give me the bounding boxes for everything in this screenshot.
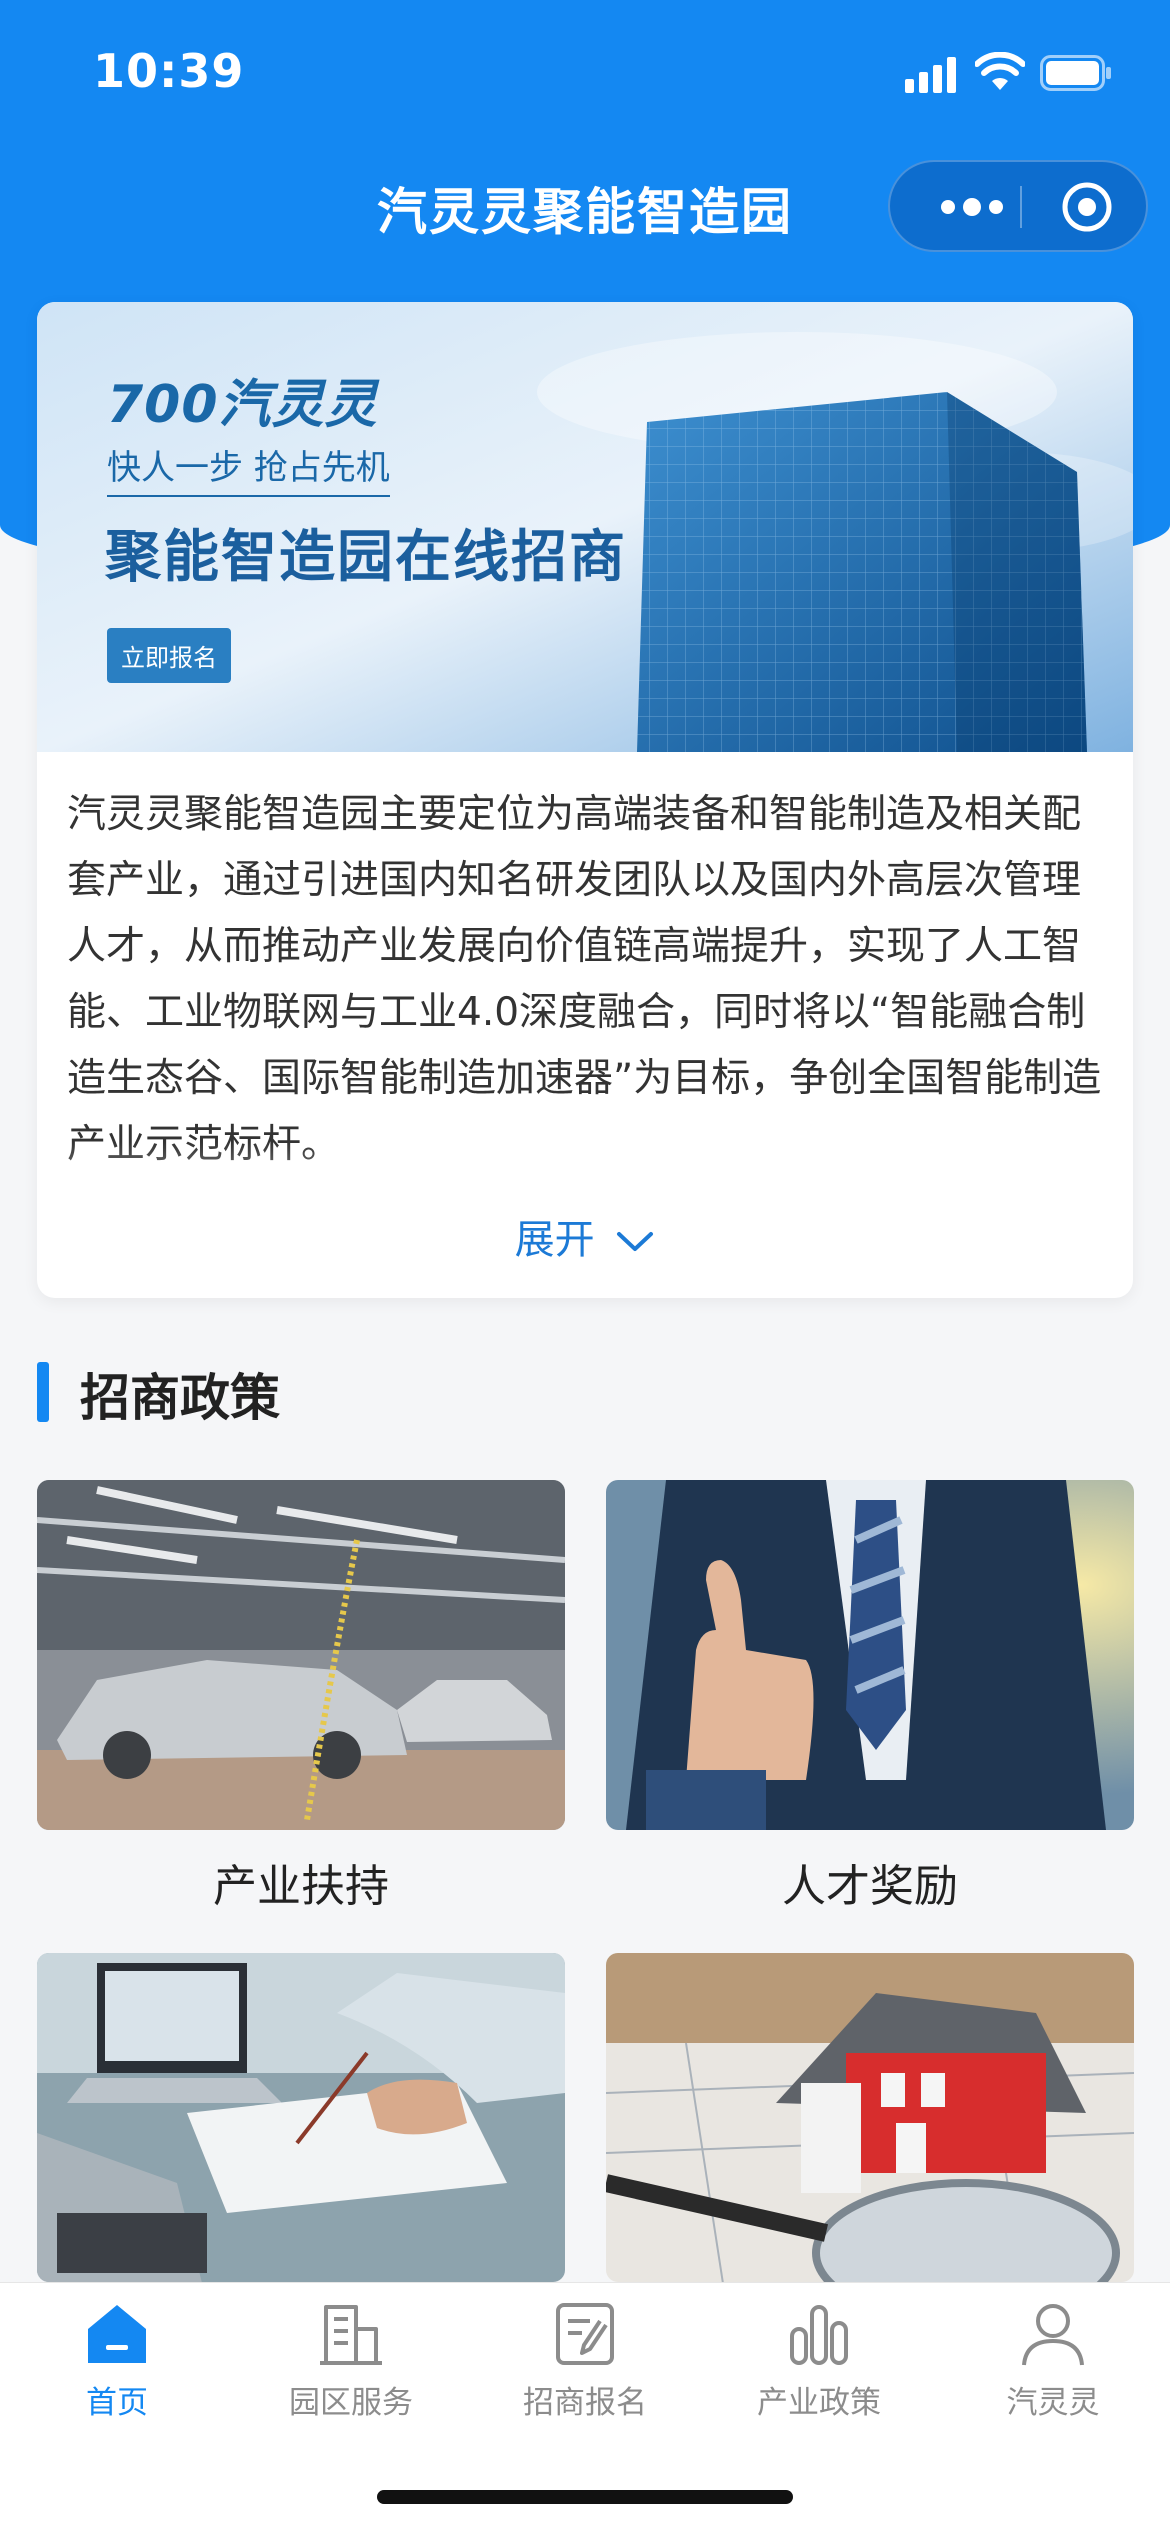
- wifi-icon: [975, 52, 1025, 90]
- policy-tile-4[interactable]: [606, 1953, 1134, 2282]
- expand-label: 展开: [514, 1217, 595, 1263]
- promo-banner[interactable]: 700汽灵灵 快人一步 抢占先机 聚能智造园在线招商 立即报名: [37, 302, 1133, 752]
- tab-park-services[interactable]: 园区服务: [234, 2299, 468, 2422]
- edit-form-icon: [556, 2303, 614, 2365]
- tab-label: 园区服务: [289, 2385, 413, 2421]
- tab-label: 汽灵灵: [1006, 2385, 1100, 2421]
- text-fade-overlay: [37, 1142, 1133, 1202]
- more-icon[interactable]: [930, 188, 1022, 226]
- tab-label: 招商报名: [523, 2385, 647, 2421]
- policy-tile-talent-reward[interactable]: 人才奖励: [606, 1480, 1134, 1912]
- capsule-divider: [1020, 186, 1022, 228]
- chevron-down-icon: [617, 1232, 654, 1251]
- thumbs-up-businessman-image: [606, 1480, 1134, 1830]
- tab-investment-registration[interactable]: 招商报名: [468, 2299, 702, 2422]
- battery-icon: [1040, 55, 1111, 91]
- intro-text: 汽灵灵聚能智造园主要定位为高端装备和智能制造及相关配套产业，通过引进国内知名研发…: [67, 792, 1102, 1167]
- expand-button[interactable]: 展开: [37, 1207, 1133, 1265]
- policy-label: 产业扶持: [213, 1861, 389, 1912]
- house-model-magnifier-image: [606, 1953, 1134, 2282]
- policy-tile-3[interactable]: [37, 1953, 565, 2282]
- page-title: 汽灵灵聚能智造园: [377, 183, 793, 241]
- policy-label: 人才奖励: [782, 1861, 958, 1912]
- factory-assembly-line-image: [37, 1480, 565, 1830]
- laptop-paperwork-image: [37, 1953, 565, 2282]
- register-now-button[interactable]: 立即报名: [107, 628, 231, 683]
- status-time: 10:39: [93, 44, 245, 98]
- user-icon: [1022, 2304, 1084, 2366]
- close-target-icon[interactable]: [1060, 180, 1114, 234]
- building-icon: [320, 2305, 382, 2365]
- tab-profile[interactable]: 汽灵灵: [936, 2299, 1170, 2422]
- status-bar: 10:39: [0, 0, 1170, 150]
- bar-chart-icon: [790, 2305, 848, 2365]
- banner-brand-logo: 700汽灵灵: [107, 375, 378, 435]
- mini-program-capsule: [888, 160, 1148, 252]
- tab-industry-policy[interactable]: 产业政策: [702, 2299, 936, 2422]
- intro-card: 700汽灵灵 快人一步 抢占先机 聚能智造园在线招商 立即报名 汽灵灵聚能智造园…: [37, 302, 1133, 1298]
- banner-headline: 聚能智造园在线招商: [105, 524, 627, 590]
- tab-home[interactable]: 首页: [0, 2299, 234, 2422]
- policy-tile-industry-support[interactable]: 产业扶持: [37, 1480, 565, 1912]
- section-accent-bar: [37, 1362, 49, 1422]
- tab-label: 首页: [86, 2385, 148, 2421]
- section-title: 招商政策: [80, 1369, 280, 1427]
- banner-slogan: 快人一步 抢占先机: [107, 440, 390, 497]
- tab-label: 产业政策: [757, 2385, 881, 2421]
- home-icon: [88, 2305, 146, 2363]
- cellular-signal-icon: [905, 57, 956, 93]
- home-indicator[interactable]: [377, 2490, 793, 2504]
